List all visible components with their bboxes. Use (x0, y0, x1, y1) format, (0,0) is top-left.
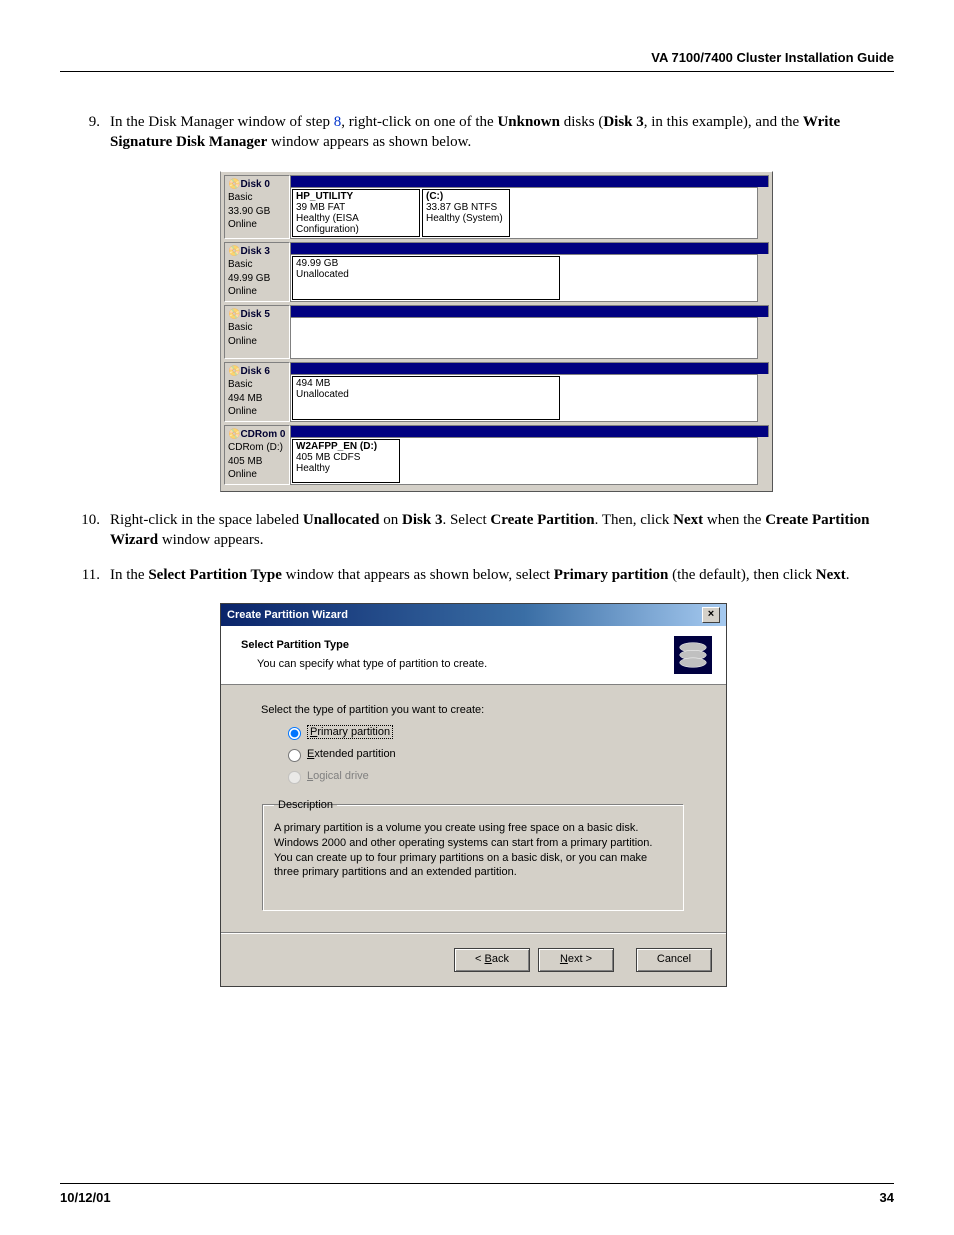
footer-date: 10/12/01 (60, 1190, 111, 1205)
prompt-text: Select the type of partition you want to… (261, 703, 686, 718)
text-bold: Next (816, 567, 846, 583)
description-group: Description A primary partition is a vol… (263, 798, 684, 911)
text-bold: Disk 3 (402, 512, 442, 528)
step-number: 11. (76, 565, 100, 585)
disk-body: HP_UTILITY39 MB FATHealthy (EISA Configu… (290, 187, 758, 239)
page-footer: 10/12/01 34 (60, 1183, 894, 1205)
disk-manager-screenshot: 📀Disk 0Basic33.90 GBOnlineHP_UTILITY39 M… (220, 171, 773, 492)
disk-row[interactable]: 📀Disk 0Basic33.90 GBOnlineHP_UTILITY39 M… (224, 175, 769, 239)
disk-header-bar (290, 175, 769, 187)
footer-page-number: 34 (880, 1190, 894, 1205)
text: when the (703, 512, 765, 528)
volume-box[interactable]: HP_UTILITY39 MB FATHealthy (EISA Configu… (292, 189, 420, 237)
page-header: VA 7100/7400 Cluster Installation Guide (60, 50, 894, 72)
text: In the Disk Manager window of step (110, 114, 334, 130)
radio-extended-partition[interactable]: Extended partition (283, 746, 686, 762)
disk-row[interactable]: 📀Disk 6Basic494 MBOnline494 MBUnallocate… (224, 362, 769, 422)
cancel-button[interactable]: Cancel (636, 948, 712, 972)
close-button[interactable]: × (702, 607, 720, 623)
text-bold: Disk 3 (603, 114, 643, 130)
text: In the (110, 567, 148, 583)
disk-volumes-pane: HP_UTILITY39 MB FATHealthy (EISA Configu… (290, 175, 769, 239)
dialog-body: Select the type of partition you want to… (221, 685, 726, 933)
text: , right-click on one of the (341, 114, 497, 130)
volume-box[interactable]: 494 MBUnallocated (292, 376, 560, 420)
disk-icon (674, 636, 712, 674)
create-partition-wizard-dialog: Create Partition Wizard × Select Partiti… (220, 603, 727, 987)
header-subtitle: You can specify what type of partition t… (257, 657, 487, 672)
text: . Then, click (595, 512, 673, 528)
text-bold: Next (673, 512, 703, 528)
disk-body (290, 317, 758, 359)
disk-volumes-pane: 494 MBUnallocated (290, 362, 769, 422)
volume-box[interactable]: (C:)33.87 GB NTFSHealthy (System) (422, 189, 510, 237)
text: , in this example), and the (644, 114, 803, 130)
radio-primary-partition[interactable]: Primary partition (283, 724, 686, 740)
text: . Select (442, 512, 490, 528)
radio-input (288, 771, 301, 784)
text-bold: Unknown (497, 114, 560, 130)
text: window that appears as shown below, sele… (282, 567, 554, 583)
dialog-header: Select Partition Type You can specify wh… (221, 626, 726, 685)
step-10: 10. Right-click in the space labeled Una… (60, 510, 894, 551)
text: window appears. (158, 532, 263, 548)
disk-volumes-pane (290, 305, 769, 359)
disk-row[interactable]: 📀Disk 5BasicOnline (224, 305, 769, 359)
text: (the default), then click (668, 567, 815, 583)
text-bold: Create Partition (490, 512, 594, 528)
text: disks ( (560, 114, 603, 130)
text-bold: Unallocated (303, 512, 380, 528)
radio-input[interactable] (288, 749, 301, 762)
header-title: Select Partition Type (241, 638, 487, 653)
step-number: 10. (76, 510, 100, 530)
disk-header-bar (290, 425, 769, 437)
disk-body: 49.99 GBUnallocated (290, 254, 758, 302)
volume-box[interactable]: 49.99 GBUnallocated (292, 256, 560, 300)
disk-info-pane: 📀Disk 6Basic494 MBOnline (224, 362, 290, 422)
step-number: 9. (76, 112, 100, 132)
radio-logical-drive: Logical drive (283, 768, 686, 784)
disk-info-pane: 📀Disk 5BasicOnline (224, 305, 290, 359)
dialog-titlebar[interactable]: Create Partition Wizard × (221, 604, 726, 626)
disk-body: 494 MBUnallocated (290, 374, 758, 422)
disk-row[interactable]: 📀Disk 3Basic49.99 GBOnline49.99 GBUnallo… (224, 242, 769, 302)
disk-header-bar (290, 242, 769, 254)
disk-info-pane: 📀Disk 0Basic33.90 GBOnline (224, 175, 290, 239)
radio-input[interactable] (288, 727, 301, 740)
volume-box[interactable]: W2AFPP_EN (D:)405 MB CDFSHealthy (292, 439, 400, 483)
disk-header-bar (290, 305, 769, 317)
disk-info-pane: 📀CDRom 0CDRom (D:)405 MBOnline (224, 425, 290, 485)
dialog-button-row: < Back Next > Cancel (221, 933, 726, 986)
step-9: 9. In the Disk Manager window of step 8,… (60, 112, 894, 492)
next-button[interactable]: Next > (538, 948, 614, 972)
description-label: Description (274, 798, 337, 813)
text-bold: Select Partition Type (148, 567, 282, 583)
disk-info-pane: 📀Disk 3Basic49.99 GBOnline (224, 242, 290, 302)
disk-volumes-pane: 49.99 GBUnallocated (290, 242, 769, 302)
step-11: 11. In the Select Partition Type window … (60, 565, 894, 987)
back-button[interactable]: < Back (454, 948, 530, 972)
text-bold: Primary partition (554, 567, 669, 583)
disk-volumes-pane: W2AFPP_EN (D:)405 MB CDFSHealthy (290, 425, 769, 485)
disk-row[interactable]: 📀CDRom 0CDRom (D:)405 MBOnlineW2AFPP_EN … (224, 425, 769, 485)
description-text: A primary partition is a volume you crea… (274, 821, 673, 880)
text: window appears as shown below. (267, 134, 471, 150)
text: Right-click in the space labeled (110, 512, 303, 528)
disk-body: W2AFPP_EN (D:)405 MB CDFSHealthy (290, 437, 758, 485)
dialog-title: Create Partition Wizard (227, 608, 348, 623)
text: on (380, 512, 403, 528)
disk-header-bar (290, 362, 769, 374)
text: . (846, 567, 850, 583)
